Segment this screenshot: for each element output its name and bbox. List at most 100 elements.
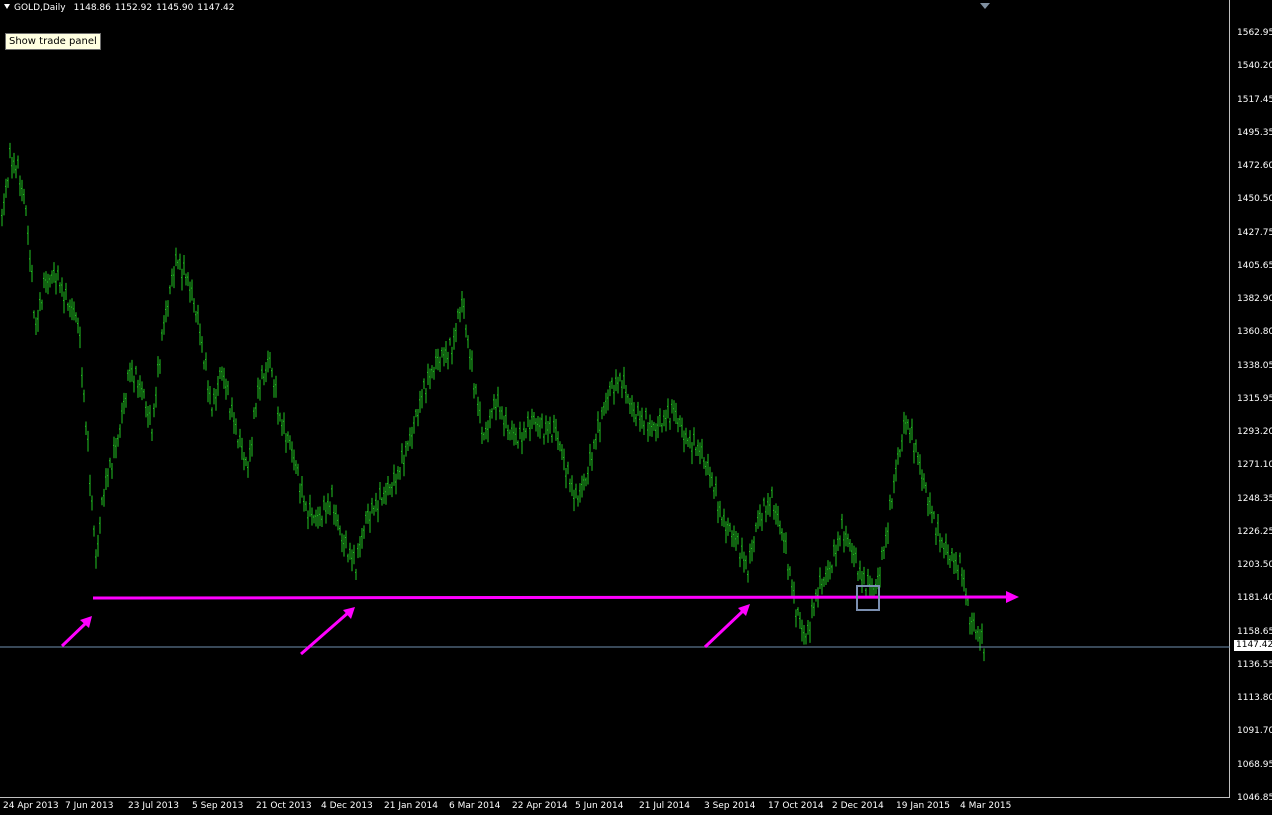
price-bar — [889, 494, 891, 511]
price-bar — [863, 566, 865, 585]
price-bar — [859, 560, 861, 580]
price-bar — [109, 457, 111, 468]
price-bar — [787, 563, 789, 580]
price-bar — [691, 442, 693, 465]
price-bar — [675, 402, 677, 424]
price-bar — [803, 625, 805, 645]
price-bar — [613, 384, 615, 405]
price-bar — [337, 514, 339, 531]
chart-shift-icon[interactable] — [980, 3, 990, 9]
price-bar — [891, 498, 893, 509]
price-tick-label: 1248.35 — [1237, 493, 1272, 504]
price-bar — [345, 530, 347, 549]
price-bar — [757, 510, 759, 529]
price-bar — [265, 362, 267, 383]
price-bar — [111, 463, 113, 479]
price-bar — [305, 501, 307, 512]
price-bar — [511, 420, 513, 440]
price-bar — [483, 432, 485, 441]
price-bar — [857, 570, 859, 582]
price-bar — [171, 268, 173, 287]
price-bar — [251, 436, 253, 457]
price-bar — [485, 421, 487, 440]
price-bar — [971, 612, 973, 635]
price-bar — [239, 428, 241, 448]
price-bar — [101, 496, 103, 506]
price-bar — [71, 298, 73, 321]
price-bar — [767, 493, 769, 515]
price-bar — [419, 390, 421, 413]
price-bar — [553, 414, 555, 433]
price-bar — [627, 393, 629, 404]
price-bar — [973, 612, 975, 632]
price-bar — [725, 521, 727, 544]
price-bar — [347, 553, 349, 563]
price-bar — [47, 273, 49, 295]
price-bar — [865, 588, 867, 597]
price-bar — [963, 569, 965, 592]
price-bar — [503, 415, 505, 437]
arrow-icon[interactable] — [703, 604, 750, 649]
price-bar — [809, 621, 811, 643]
price-bar — [449, 337, 451, 346]
price-tick-label: 1113.80 — [1237, 693, 1272, 703]
price-bar — [983, 648, 985, 662]
price-bar — [621, 380, 623, 399]
price-bar — [939, 533, 941, 553]
price-bar — [831, 564, 833, 574]
price-bar — [977, 626, 979, 642]
price-bar — [559, 441, 561, 452]
support-line[interactable] — [92, 591, 1019, 603]
price-bar — [835, 544, 837, 567]
price-bar — [551, 434, 553, 443]
dropdown-triangle-icon[interactable] — [4, 4, 10, 9]
price-bar — [589, 443, 591, 466]
price-tick-label: 1382.90 — [1237, 294, 1272, 304]
price-bar — [353, 544, 355, 565]
price-bar — [207, 380, 209, 403]
price-bar — [841, 513, 843, 529]
price-bar — [395, 473, 397, 495]
price-bar — [883, 546, 885, 559]
price-bar — [199, 323, 201, 346]
price-bar — [947, 544, 949, 565]
price-tick-label: 1517.45 — [1237, 94, 1272, 105]
price-bar — [123, 392, 125, 415]
price-bar — [719, 500, 721, 518]
price-bar — [473, 383, 475, 399]
price-bar — [499, 406, 501, 420]
price-bar — [61, 277, 63, 297]
show-trade-panel-button[interactable]: Show trade panel — [5, 33, 101, 50]
price-bar — [591, 452, 593, 471]
arrow-icon[interactable] — [60, 616, 92, 648]
price-bar — [1, 208, 3, 227]
price-bar — [659, 408, 661, 427]
price-bars — [1, 142, 985, 662]
price-bar — [227, 380, 229, 396]
price-bar — [225, 378, 227, 400]
price-bar — [491, 408, 493, 419]
price-bar — [443, 347, 445, 367]
price-bar — [319, 506, 321, 527]
price-bar — [49, 274, 51, 288]
price-bar — [127, 369, 129, 381]
price-bar — [125, 393, 127, 408]
price-bar — [115, 437, 117, 459]
price-bar — [603, 402, 605, 416]
price-bar — [949, 555, 951, 568]
price-bar — [639, 410, 641, 432]
price-bar — [527, 411, 529, 428]
price-bar — [135, 365, 137, 375]
price-bar — [33, 310, 35, 319]
price-bar — [807, 619, 809, 635]
price-bar — [403, 454, 405, 477]
price-bar — [83, 389, 85, 403]
price-bar — [381, 497, 383, 506]
price-bar — [615, 369, 617, 392]
price-bar — [663, 409, 665, 427]
price-bar — [789, 566, 791, 577]
price-bar — [181, 268, 183, 291]
price-bar — [715, 476, 717, 497]
price-bar — [193, 298, 195, 313]
price-bar — [907, 419, 909, 430]
